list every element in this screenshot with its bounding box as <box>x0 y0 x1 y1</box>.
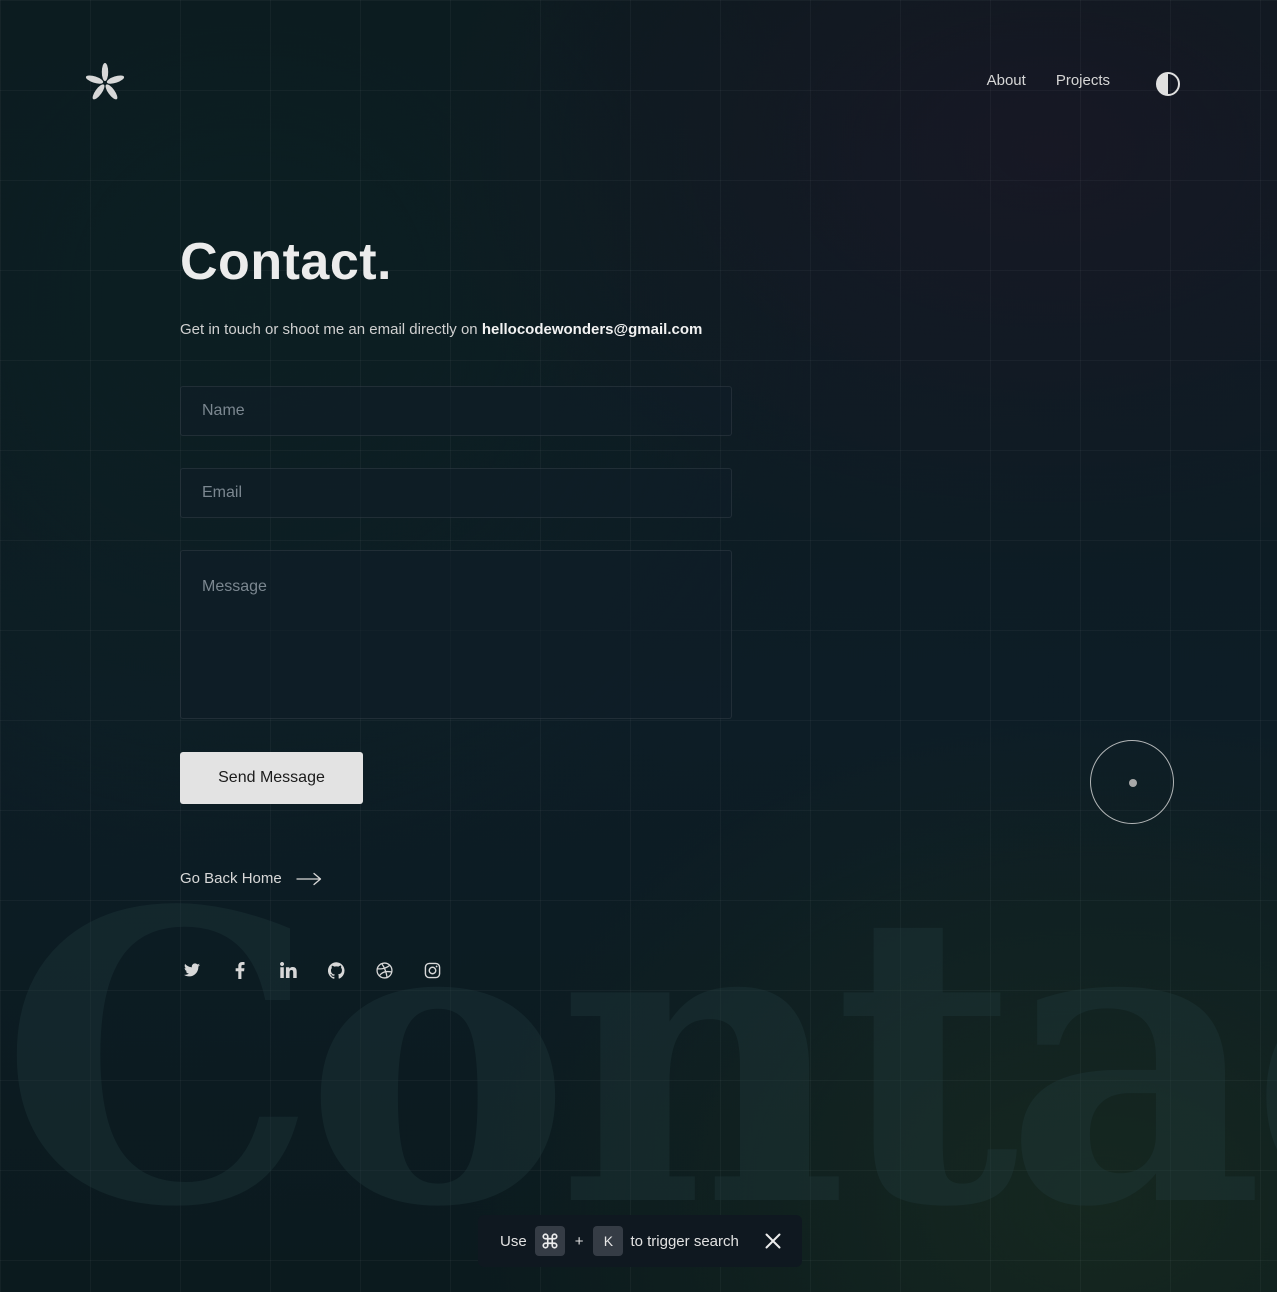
linkedin-icon[interactable] <box>276 958 300 982</box>
email-input[interactable] <box>180 468 732 518</box>
search-hint-plus: + <box>574 1232 584 1250</box>
go-back-home-label: Go Back Home <box>180 870 282 887</box>
search-hint-toast: Use + K to trigger search <box>478 1215 802 1267</box>
custom-cursor-dot <box>1129 779 1137 787</box>
close-icon[interactable] <box>763 1231 783 1251</box>
asterisk-logo-icon[interactable] <box>82 60 128 106</box>
nav-about-link[interactable]: About <box>987 72 1026 89</box>
command-key <box>534 1226 565 1256</box>
k-key: K <box>593 1226 624 1256</box>
intro-text: Get in touch or shoot me an email direct… <box>180 321 702 338</box>
command-icon <box>542 1233 558 1249</box>
top-nav: About Projects <box>987 72 1110 89</box>
contrast-toggle-icon[interactable] <box>1155 71 1181 97</box>
page-title: Contact. <box>180 233 392 291</box>
github-icon[interactable] <box>324 958 348 982</box>
social-links <box>180 958 444 982</box>
instagram-icon[interactable] <box>420 958 444 982</box>
dribbble-icon[interactable] <box>372 958 396 982</box>
search-hint-prefix: Use <box>500 1232 527 1250</box>
nav-projects-link[interactable]: Projects <box>1056 72 1110 89</box>
contact-email-link[interactable]: hellocodewonders@gmail.com <box>482 321 703 338</box>
name-input[interactable] <box>180 386 732 436</box>
arrow-right-icon <box>296 872 321 885</box>
background-watermark-text: Contact <box>0 825 1277 1292</box>
send-message-button[interactable]: Send Message <box>180 752 363 804</box>
go-back-home-link[interactable]: Go Back Home <box>180 870 322 887</box>
message-textarea[interactable] <box>180 550 732 719</box>
search-hint-suffix: to trigger search <box>630 1232 739 1250</box>
intro-text-prefix: Get in touch or shoot me an email direct… <box>180 321 482 338</box>
twitter-icon[interactable] <box>180 958 204 982</box>
facebook-icon[interactable] <box>228 958 252 982</box>
